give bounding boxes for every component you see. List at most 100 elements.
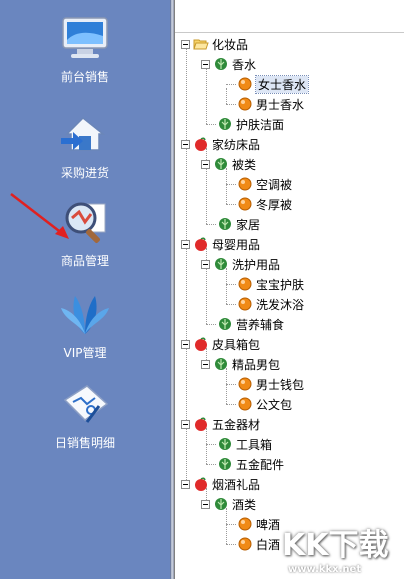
tree-node-beer[interactable]: 啤酒	[237, 514, 280, 534]
tree-node-mens-perfume[interactable]: 男士香水	[237, 94, 304, 114]
tree-node-maternity[interactable]: 母婴用品	[181, 234, 260, 254]
nav-purchase[interactable]: 采购进货	[20, 110, 150, 181]
tree-node-mens-bags[interactable]: 精品男包	[201, 354, 280, 374]
tree-node-label: 冬厚被	[256, 197, 293, 212]
nav-daily-sales-detail[interactable]: 日销售明细	[20, 380, 150, 451]
nav-front-sales[interactable]: 前台销售	[20, 14, 150, 85]
tree-node-skincare[interactable]: 护肤洁面	[217, 114, 284, 134]
monitor-icon	[62, 17, 108, 58]
tree-node-label: 五金器材	[212, 417, 261, 432]
orange-ball-icon	[238, 297, 252, 311]
tree-node-label: 被类	[232, 157, 257, 172]
tree-node-label: 精品男包	[232, 357, 281, 372]
nav-label: VIP管理	[63, 346, 107, 360]
tree-node-perfume[interactable]: 香水	[201, 54, 256, 74]
nav-label: 采购进货	[60, 166, 109, 180]
tree-node-tobacco-gifts[interactable]: 烟酒礼品	[181, 474, 260, 494]
tree-node-baijiu[interactable]: 白酒	[237, 534, 280, 554]
watermark-brand: KK下载	[282, 528, 389, 563]
green-leaf-icon	[215, 158, 227, 170]
collapse-toggle-icon[interactable]	[181, 239, 190, 249]
tree-node-winter-quilt[interactable]: 冬厚被	[237, 194, 292, 214]
tree-node-baby-skincare[interactable]: 宝宝护肤	[237, 274, 304, 294]
nav-label: 前台销售	[60, 70, 109, 84]
collapse-toggle-icon[interactable]	[201, 159, 210, 169]
red-arrow-icon	[10, 193, 69, 239]
red-apple-icon	[195, 477, 207, 491]
red-apple-icon	[195, 417, 207, 431]
collapse-toggle-icon[interactable]	[201, 499, 210, 509]
collapse-toggle-icon[interactable]	[201, 359, 210, 369]
tree-node-shampoo-bath[interactable]: 洗发沐浴	[237, 294, 304, 314]
collapse-toggle-icon[interactable]	[181, 139, 190, 149]
tree-node-label: 五金配件	[236, 457, 285, 472]
chart-icon	[63, 385, 109, 423]
tree-node-label: 空调被	[256, 177, 293, 192]
orange-ball-icon	[238, 277, 252, 291]
tree-node-leather-bags[interactable]: 皮具箱包	[181, 334, 260, 354]
tree-node-bedding[interactable]: 被类	[201, 154, 256, 174]
tree-node-label: 营养辅食	[236, 317, 285, 332]
nav-vip-management[interactable]: VIP管理	[20, 290, 150, 361]
green-leaf-icon	[215, 58, 227, 70]
green-leaf-icon	[219, 118, 231, 130]
tree-node-label: 母婴用品	[212, 237, 261, 252]
collapse-toggle-icon[interactable]	[181, 419, 190, 429]
orange-ball-icon	[238, 397, 252, 411]
tree-node-label: 洗发沐浴	[256, 297, 305, 312]
watermark-logo: KK下载 www.kkx.net	[282, 520, 402, 576]
green-leaf-icon	[219, 318, 231, 330]
green-leaf-icon	[215, 258, 227, 270]
tree-node-label: 宝宝护肤	[256, 277, 305, 292]
tree-node-label: 工具箱	[236, 437, 273, 452]
red-apple-icon	[195, 137, 207, 151]
house-arrow-icon	[61, 116, 106, 151]
nav-label: 商品管理	[60, 254, 109, 268]
orange-ball-icon	[238, 77, 252, 91]
tree-node-liquor[interactable]: 酒类	[201, 494, 256, 514]
tree-node-mens-wallet[interactable]: 男士钱包	[237, 374, 304, 394]
tree-node-nutrition[interactable]: 营养辅食	[217, 314, 284, 334]
collapse-toggle-icon[interactable]	[181, 479, 190, 489]
tree-node-briefcase[interactable]: 公文包	[237, 394, 292, 414]
green-leaf-icon	[219, 458, 231, 470]
tree-node-label: 啤酒	[256, 517, 281, 532]
collapse-toggle-icon[interactable]	[181, 339, 190, 349]
green-leaf-icon	[215, 358, 227, 370]
tree-node-wash-care[interactable]: 洗护用品	[201, 254, 280, 274]
tree-node-cosmetics[interactable]: 化妆品	[181, 34, 248, 54]
tree-header-strip	[175, 0, 404, 33]
tree-node-label: 酒类	[232, 497, 257, 512]
tree-node-label: 香水	[232, 57, 257, 72]
tree-node-home[interactable]: 家居	[217, 214, 260, 234]
orange-ball-icon	[238, 197, 252, 211]
tree-node-label: 女士香水	[254, 74, 310, 94]
orange-ball-icon	[238, 517, 252, 531]
collapse-toggle-icon[interactable]	[201, 59, 210, 69]
tree-node-hardware[interactable]: 五金器材	[181, 414, 260, 434]
watermark-url: www.kkx.net	[288, 564, 362, 575]
red-apple-icon	[195, 337, 207, 351]
vip-leaf-icon	[61, 296, 109, 334]
tree-node-label: 男士钱包	[256, 377, 305, 392]
orange-ball-icon	[238, 537, 252, 551]
folder-open-icon	[193, 39, 209, 50]
tree-node-womens-perfume[interactable]: 女士香水	[237, 74, 310, 94]
category-tree: 化妆品 香水 女士香水 男士香水 护肤洁面 家纺床品 被类 空调被 冬厚被 家居…	[174, 0, 404, 579]
tree-node-label: 家纺床品	[212, 137, 261, 152]
collapse-toggle-icon[interactable]	[181, 39, 190, 49]
tree-node-label: 皮具箱包	[212, 337, 261, 352]
tree-node-label: 烟酒礼品	[212, 477, 261, 492]
tree-node-ac-quilt[interactable]: 空调被	[237, 174, 292, 194]
tree-node-label: 男士香水	[256, 97, 305, 112]
tree-node-home-textiles[interactable]: 家纺床品	[181, 134, 260, 154]
tree-node-hardware-parts[interactable]: 五金配件	[217, 454, 284, 474]
tree-node-toolbox[interactable]: 工具箱	[217, 434, 272, 454]
tree-node-label: 化妆品	[212, 37, 249, 52]
tree-node-label: 白酒	[256, 537, 281, 552]
collapse-toggle-icon[interactable]	[201, 259, 210, 269]
orange-ball-icon	[238, 177, 252, 191]
nav-label: 日销售明细	[54, 436, 115, 450]
tree-node-label: 公文包	[256, 397, 293, 412]
green-leaf-icon	[219, 438, 231, 450]
